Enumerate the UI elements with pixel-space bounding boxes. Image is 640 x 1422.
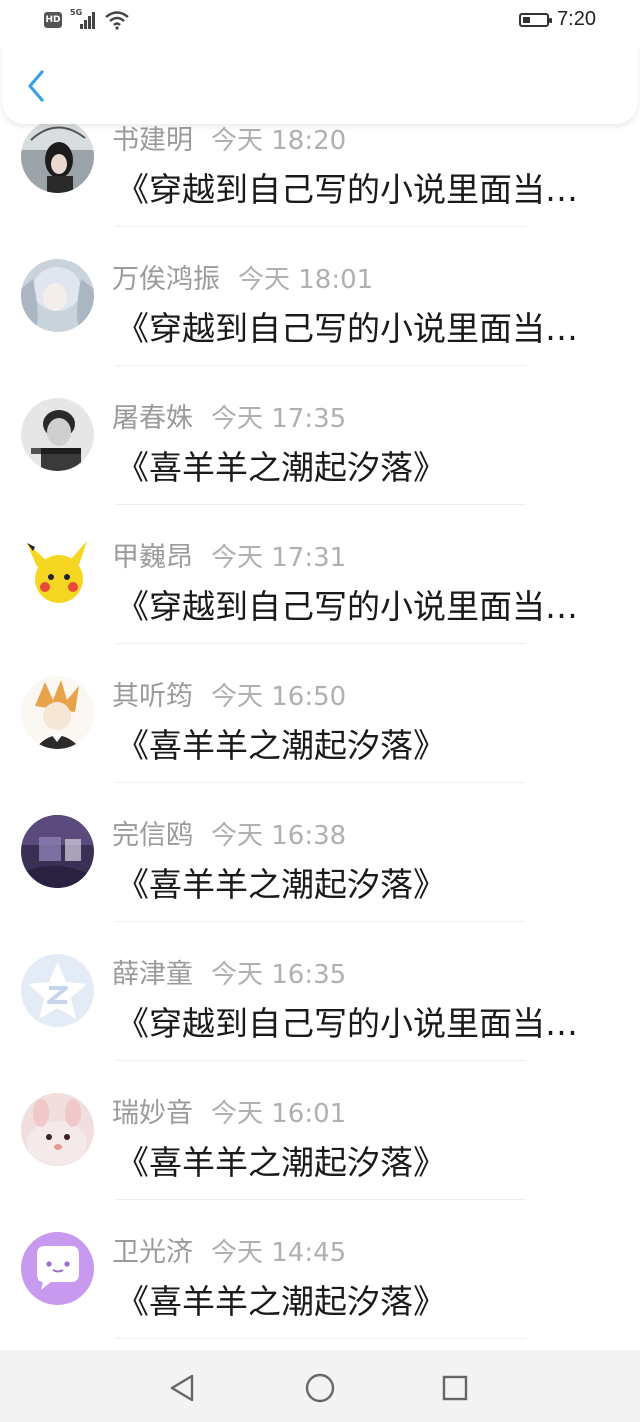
message-time: 今天 16:38: [211, 821, 347, 851]
sender-line: 甲巍昂 今天 17:31: [112, 535, 346, 574]
nav-back-button[interactable]: [164, 1370, 200, 1406]
message-text: 《穿越到自己写的小说里面当炮灰》: [116, 587, 606, 626]
message-text: 《喜羊羊之潮起汐落》: [116, 448, 446, 487]
list-item[interactable]: 瑞妙音 今天 16:01 《喜羊羊之潮起汐落》: [0, 1061, 640, 1200]
message-time: 今天 17:31: [211, 543, 347, 573]
sender-line: 屠春姝 今天 17:35: [112, 396, 346, 435]
status-bar: HD 5G 7:20: [0, 0, 640, 44]
hd-badge: HD: [44, 12, 62, 28]
list-item[interactable]: 万俟鸿振 今天 18:01 《穿越到自己写的小说里面当炮灰》: [0, 227, 640, 366]
avatar[interactable]: [21, 676, 94, 749]
message-time: 今天 16:50: [211, 682, 347, 712]
list-item[interactable]: 屠春姝 今天 17:35 《喜羊羊之潮起汐落》: [0, 366, 640, 505]
sender-line: 完信鸥 今天 16:38: [112, 813, 346, 852]
wifi-icon: [104, 10, 130, 30]
sender-line: 万俟鸿振 今天 18:01: [112, 257, 373, 296]
message-text: 《穿越到自己写的小说里面当炮灰》: [116, 1004, 606, 1043]
message-text: 《喜羊羊之潮起汐落》: [116, 1143, 446, 1182]
avatar[interactable]: [21, 815, 94, 888]
message-time: 今天 17:35: [211, 404, 347, 434]
message-text: 《穿越到自己写的小说里面当炮灰》: [116, 170, 606, 209]
message-text: 《穿越到自己写的小说里面当炮灰》: [116, 309, 606, 348]
status-bar-right: 7:20: [519, 8, 596, 31]
message-time: 今天 16:35: [211, 960, 347, 990]
message-time: 今天 18:20: [211, 126, 347, 156]
sender-name: 薛津童: [112, 959, 193, 990]
square-recents-icon: [442, 1375, 468, 1401]
sender-name: 甲巍昂: [112, 542, 193, 573]
status-bar-left: HD 5G: [44, 8, 130, 30]
avatar[interactable]: [21, 398, 94, 471]
avatar[interactable]: [21, 537, 94, 610]
message-text: 《喜羊羊之潮起汐落》: [116, 726, 446, 765]
sender-name: 屠春姝: [112, 403, 193, 434]
battery-level: [523, 16, 531, 23]
avatar[interactable]: [21, 1232, 94, 1305]
avatar[interactable]: [21, 259, 94, 332]
sender-line: 卫光济 今天 14:45: [112, 1230, 346, 1269]
circle-home-icon: [305, 1373, 335, 1403]
sender-name: 完信鸥: [112, 820, 193, 851]
message-time: 今天 14:45: [211, 1238, 347, 1268]
back-button[interactable]: [18, 66, 54, 106]
avatar[interactable]: [21, 120, 94, 193]
sender-name: 其听筠: [112, 681, 193, 712]
sender-name: 瑞妙音: [112, 1098, 193, 1129]
battery-icon: [519, 12, 553, 27]
sender-name: 卫光济: [112, 1237, 193, 1268]
sender-name: 万俟鸿振: [112, 264, 220, 295]
top-app-bar: [2, 44, 638, 124]
sender-line: 薛津童 今天 16:35: [112, 952, 346, 991]
chevron-left-icon: [28, 70, 44, 102]
avatar[interactable]: [21, 954, 94, 1027]
message-text: 《喜羊羊之潮起汐落》: [116, 865, 446, 904]
list-item[interactable]: 卫光济 今天 14:45 《喜羊羊之潮起汐落》: [0, 1200, 640, 1339]
system-nav-bar: [0, 1350, 640, 1422]
triangle-back-icon: [170, 1374, 194, 1402]
message-time: 今天 18:01: [238, 265, 374, 295]
list-item[interactable]: 甲巍昂 今天 17:31 《穿越到自己写的小说里面当炮灰》: [0, 505, 640, 644]
clock: 7:20: [557, 8, 596, 30]
avatar[interactable]: [21, 1093, 94, 1166]
nav-recents-button[interactable]: [437, 1370, 473, 1406]
message-text: 《喜羊羊之潮起汐落》: [116, 1282, 446, 1321]
sender-line: 瑞妙音 今天 16:01: [112, 1091, 346, 1130]
list-item[interactable]: 其听筠 今天 16:50 《喜羊羊之潮起汐落》: [0, 644, 640, 783]
nav-home-button[interactable]: [302, 1370, 338, 1406]
message-time: 今天 16:01: [211, 1099, 347, 1129]
divider: [116, 1338, 526, 1339]
sender-line: 其听筠 今天 16:50: [112, 674, 346, 713]
list-item[interactable]: 薛津童 今天 16:35 《穿越到自己写的小说里面当炮灰》: [0, 922, 640, 1061]
list-item[interactable]: 完信鸥 今天 16:38 《喜羊羊之潮起汐落》: [0, 783, 640, 922]
signal-icon: 5G: [70, 8, 96, 30]
